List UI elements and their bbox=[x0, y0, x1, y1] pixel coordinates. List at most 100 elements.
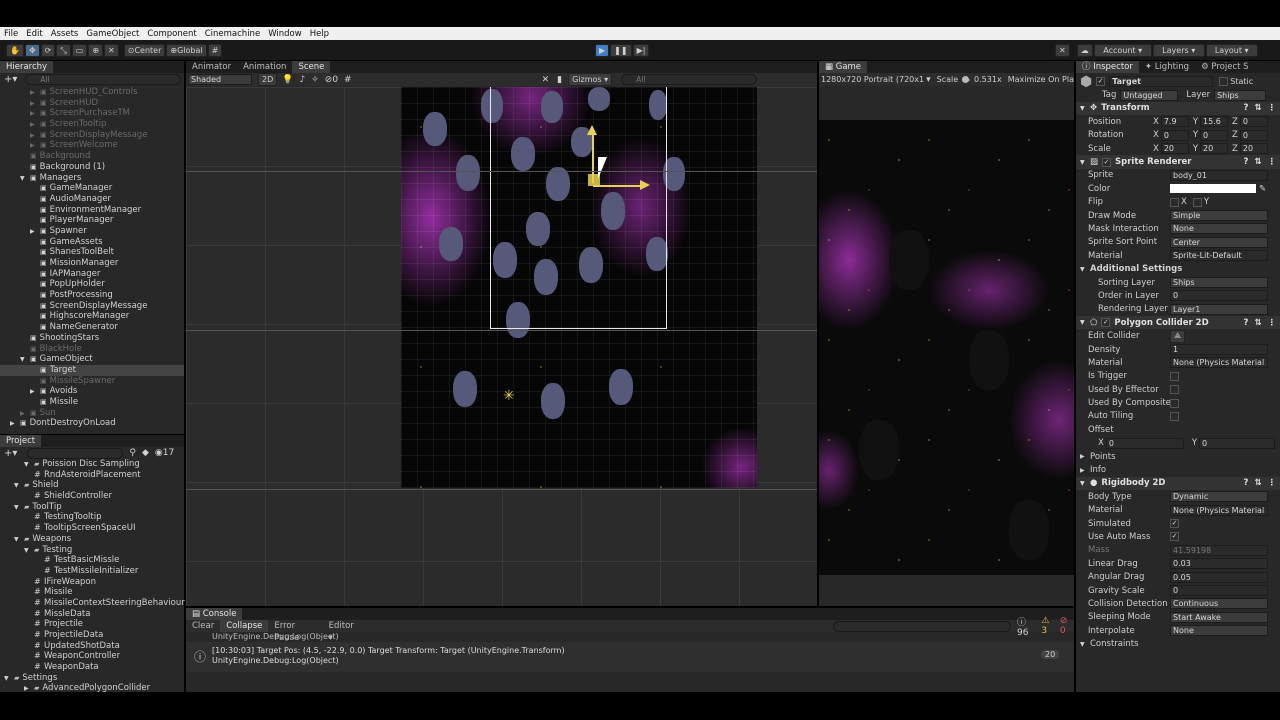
account-dropdown[interactable]: Account ▾ bbox=[1093, 44, 1152, 57]
project-item[interactable]: ▶ ▰ AdvancedPolygonCollider bbox=[0, 683, 184, 694]
hierarchy-item[interactable]: ▣ Target bbox=[0, 364, 184, 376]
resolution-dropdown[interactable]: 1280x720 Portrait (720x1 bbox=[821, 75, 924, 84]
cloud-icon[interactable]: ☁ bbox=[1076, 44, 1093, 57]
preset-icon[interactable]: ⇅ bbox=[1254, 157, 1261, 167]
hierarchy-item[interactable]: ▣ Missile bbox=[0, 397, 184, 408]
hierarchy-item[interactable]: ▣ Background (1) bbox=[0, 162, 184, 173]
maximize-toggle[interactable]: Maximize On Pla bbox=[1008, 75, 1074, 84]
help-icon[interactable]: ? bbox=[1243, 478, 1248, 488]
slider-handle[interactable] bbox=[962, 75, 970, 83]
y-field[interactable]: 0 bbox=[1200, 129, 1229, 141]
error-pause-toggle[interactable]: Error Pause bbox=[268, 620, 322, 643]
hierarchy-item[interactable]: ▼ ▣ Managers bbox=[0, 173, 184, 184]
hierarchy-item[interactable]: ▣ ScreenDisplayMessage bbox=[0, 301, 184, 312]
grid-icon[interactable]: # bbox=[344, 75, 352, 85]
auto-tiling-checkbox[interactable] bbox=[1170, 411, 1179, 421]
hierarchy-item[interactable]: ▣ EnvironmentManager bbox=[0, 205, 184, 216]
y-field[interactable]: 20 bbox=[1200, 143, 1229, 155]
hierarchy-item[interactable]: ▣ NameGenerator bbox=[0, 322, 184, 333]
menu-assets[interactable]: Assets bbox=[51, 29, 79, 39]
scale-tool-icon[interactable]: ⤡ bbox=[56, 44, 71, 57]
project-item[interactable]: # WeaponController bbox=[0, 651, 184, 662]
sleeping-mode-dropdown[interactable]: Start Awake bbox=[1170, 611, 1268, 623]
project-item[interactable]: # IFireWeapon bbox=[0, 577, 184, 588]
project-item[interactable]: ▼ ▰ Testing bbox=[0, 545, 184, 556]
hierarchy-item[interactable]: ▣ BlackHole bbox=[0, 344, 184, 355]
camera-icon[interactable]: ▮ bbox=[557, 75, 562, 85]
hierarchy-item[interactable]: ▶ ▣ DontDestroyOnLoad bbox=[0, 418, 184, 429]
density-field[interactable]: 1 bbox=[1170, 344, 1268, 355]
gravity-scale-field[interactable]: 0 bbox=[1170, 585, 1268, 597]
x-field[interactable]: 20 bbox=[1160, 143, 1189, 155]
hierarchy-item[interactable]: ▣ GameAssets bbox=[0, 237, 184, 248]
project-item[interactable]: # ShieldController bbox=[0, 491, 184, 502]
error-count[interactable]: ⊘ 0 bbox=[1060, 616, 1074, 636]
offset-y-field[interactable]: 0 bbox=[1199, 437, 1276, 449]
use-auto-mass-checkbox[interactable]: ✓ bbox=[1170, 532, 1179, 542]
light-icon[interactable]: 💡 bbox=[282, 75, 293, 85]
draw-mode-dropdown[interactable]: Simple bbox=[1170, 210, 1268, 222]
scene-viewport[interactable]: ✳ bbox=[186, 87, 817, 606]
x-arrow-icon[interactable] bbox=[640, 180, 650, 190]
help-icon[interactable]: ? bbox=[1243, 318, 1248, 328]
interpolate-dropdown[interactable]: None bbox=[1170, 625, 1268, 637]
tab-scene[interactable]: Scene bbox=[292, 61, 331, 73]
menu-component[interactable]: Component bbox=[147, 29, 196, 39]
hierarchy-item[interactable]: ▶ ▣ Avoids bbox=[0, 386, 184, 397]
space-toggle-button[interactable]: ⊕ Global bbox=[166, 44, 207, 57]
gizmos-dropdown[interactable]: Gizmos ▾ bbox=[568, 73, 613, 86]
component-header[interactable]: ▼ ▨ ✓ Sprite Renderer ? ⇅ ⋮ bbox=[1076, 155, 1280, 169]
layout-dropdown[interactable]: Layout ▾ bbox=[1205, 44, 1258, 57]
hierarchy-item[interactable]: ▣ HighscoreManager bbox=[0, 311, 184, 322]
more-icon[interactable]: ⋮ bbox=[1268, 103, 1277, 113]
enabled-checkbox[interactable]: ✓ bbox=[1102, 157, 1112, 167]
expand-arrow-icon[interactable]: ▼ bbox=[20, 355, 30, 366]
rotate-tool-icon[interactable]: ⟳ bbox=[40, 44, 56, 57]
info-foldout[interactable]: ▶ Info bbox=[1076, 463, 1280, 476]
rigidbody-material-field[interactable]: None (Physics Material bbox=[1170, 504, 1268, 516]
flip-y-checkbox[interactable] bbox=[1192, 197, 1202, 207]
more-icon[interactable]: ⋮ bbox=[1268, 157, 1277, 167]
component-header[interactable]: ▼ ● Rigidbody 2D ? ⇅ ⋮ bbox=[1076, 476, 1280, 491]
fold-arrow-icon[interactable]: ▼ bbox=[1080, 641, 1090, 648]
project-item[interactable]: ▼ ▰ Poission Disc Sampling bbox=[0, 459, 184, 470]
mask-interaction-dropdown[interactable]: None bbox=[1170, 223, 1268, 235]
collision-detection-dropdown[interactable]: Continuous bbox=[1170, 598, 1268, 610]
scale-slider[interactable] bbox=[962, 75, 971, 83]
eyedropper-icon[interactable]: ✎ bbox=[1259, 184, 1266, 194]
hierarchy-item[interactable]: ▣ Background bbox=[0, 151, 184, 162]
z-field[interactable]: 0 bbox=[1239, 116, 1268, 128]
project-item[interactable]: # MissleData bbox=[0, 609, 184, 620]
pause-button[interactable]: ❚❚ bbox=[610, 44, 632, 57]
simulated-checkbox[interactable]: ✓ bbox=[1170, 519, 1179, 529]
body-type-dropdown[interactable]: Dynamic bbox=[1170, 491, 1268, 503]
fold-arrow-icon[interactable]: ▶ bbox=[1080, 467, 1090, 474]
step-button[interactable]: ▶| bbox=[632, 44, 650, 57]
scene-search-input[interactable]: All bbox=[621, 74, 758, 85]
menu-file[interactable]: File bbox=[4, 29, 18, 39]
folder-arrow-icon[interactable]: ▼ bbox=[4, 674, 14, 685]
hierarchy-item[interactable]: ▣ ShanesToolBelt bbox=[0, 247, 184, 258]
tools-icon[interactable]: ✕ bbox=[542, 75, 550, 85]
folder-arrow-icon[interactable]: ▼ bbox=[24, 460, 34, 471]
audio-icon[interactable]: ♪ bbox=[299, 75, 305, 85]
preset-icon[interactable]: ⇅ bbox=[1254, 103, 1261, 113]
project-item[interactable]: # MissileContextSteeringBehaviour bbox=[0, 598, 185, 609]
project-item[interactable]: ▼ ▰ Weapons bbox=[0, 534, 184, 545]
project-item[interactable]: # TestMissileInitializer bbox=[0, 566, 184, 577]
add-icon[interactable]: +▾ bbox=[4, 448, 17, 459]
z-field[interactable]: 0 bbox=[1239, 129, 1268, 141]
folder-arrow-icon[interactable]: ▼ bbox=[14, 481, 24, 492]
project-item[interactable]: ▼ ▰ Shield bbox=[0, 480, 184, 491]
x-axis-handle[interactable] bbox=[593, 185, 641, 187]
collider-material-field[interactable]: None (Physics Material bbox=[1170, 357, 1268, 369]
move-tool-icon[interactable]: ✥ bbox=[24, 44, 40, 57]
fold-arrow-icon[interactable]: ▼ bbox=[1080, 159, 1090, 166]
tab-project[interactable]: Project bbox=[0, 435, 42, 447]
more-icon[interactable]: ⋮ bbox=[1268, 478, 1277, 488]
color-swatch[interactable] bbox=[1170, 184, 1256, 194]
editor-dropdown[interactable]: Editor ▾ bbox=[323, 620, 363, 643]
expand-arrow-icon[interactable]: ▶ bbox=[10, 419, 20, 430]
preset-icon[interactable]: ⇅ bbox=[1254, 478, 1261, 488]
info-count[interactable]: ⓘ 96 bbox=[1017, 615, 1037, 638]
